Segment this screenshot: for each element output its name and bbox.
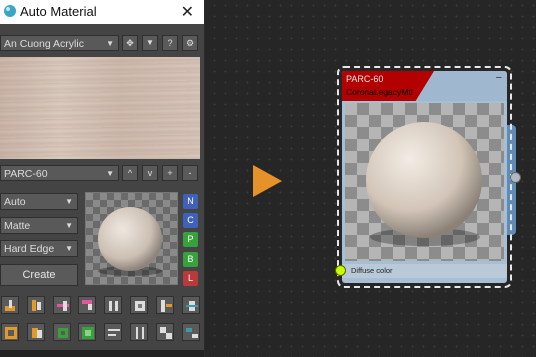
move-icon[interactable]: ✥ xyxy=(122,35,138,51)
material-node[interactable]: PARC-60 CoronaLegacyMtl − Diffuse color xyxy=(337,66,512,288)
align-top-right-icon-glyph xyxy=(88,304,93,310)
align-center-icon[interactable] xyxy=(181,296,200,314)
finish-dropdown[interactable]: Matte ▼ xyxy=(0,217,78,234)
columns-icon-glyph xyxy=(115,301,119,311)
output-socket[interactable] xyxy=(510,172,521,183)
node-input-row: Diffuse color xyxy=(342,264,507,278)
material-node-body: PARC-60 CoronaLegacyMtl − Diffuse color xyxy=(342,71,507,283)
align-left-icon-glyph xyxy=(36,302,41,310)
swap-icon-glyph xyxy=(185,328,192,332)
align-rows-icon-glyph xyxy=(108,329,121,331)
align-center-icon-glyph xyxy=(185,305,198,307)
finish-dropdown-value: Matte xyxy=(4,220,31,232)
mapping-dropdown-value: Auto xyxy=(4,196,26,208)
chevron-down-icon: ▼ xyxy=(106,39,114,48)
settings-icon[interactable]: ⚙ xyxy=(182,35,198,51)
columns-icon-glyph xyxy=(109,301,113,311)
minimize-icon[interactable]: − xyxy=(496,72,502,84)
align-left-icon-glyph xyxy=(31,300,36,311)
split-vertical-icon-glyph xyxy=(160,300,165,312)
link-icon-glyph xyxy=(165,333,172,339)
edge-dropdown[interactable]: Hard Edge ▼ xyxy=(0,240,78,257)
channel-c-button[interactable]: C xyxy=(183,213,198,228)
node-subtitle: CoronaLegacyMtl xyxy=(346,87,413,97)
help-icon[interactable]: ? xyxy=(162,35,178,51)
node-sphere-preview xyxy=(345,103,504,261)
diffuse-color-label: Diffuse color xyxy=(351,266,393,275)
window-titlebar: Auto Material ✕ xyxy=(0,0,204,24)
split-vertical-icon[interactable] xyxy=(155,296,174,314)
sphere-preview xyxy=(85,192,178,285)
align-bottom-icon[interactable] xyxy=(1,296,19,314)
library-dropdown-value: An Cuong Acrylic xyxy=(4,38,84,50)
library-dropdown[interactable]: An Cuong Acrylic ▼ xyxy=(0,35,119,51)
split-vertical-icon-glyph xyxy=(165,304,172,307)
group-icon-glyph xyxy=(60,331,65,335)
chevron-down-icon: ▼ xyxy=(106,169,114,178)
center-icon-glyph xyxy=(138,304,142,308)
channel-l-button[interactable]: L xyxy=(183,271,198,286)
add-button[interactable]: + xyxy=(162,165,178,181)
group-icon[interactable] xyxy=(52,323,71,341)
play-arrow-icon xyxy=(253,165,282,197)
favorite-icon[interactable]: ▼ xyxy=(142,35,158,51)
panel-bottom-strip xyxy=(0,350,204,357)
align-rows-icon-glyph xyxy=(108,334,117,336)
align-center-h-icon-glyph xyxy=(62,301,67,311)
chevron-down-icon: ▼ xyxy=(65,244,73,253)
channel-b-button[interactable]: B xyxy=(183,252,198,267)
node-title: PARC-60 xyxy=(346,74,384,84)
align-rows-icon[interactable] xyxy=(104,323,123,341)
chevron-down-icon: ▼ xyxy=(65,197,73,206)
swap-icon-glyph xyxy=(191,334,198,338)
distribute-icon[interactable] xyxy=(130,323,148,341)
diffuse-input-socket[interactable] xyxy=(335,265,346,276)
chevron-down-icon: ▼ xyxy=(65,221,73,230)
align-center-h-icon[interactable] xyxy=(52,296,71,314)
move-up-button[interactable]: ^ xyxy=(122,165,138,181)
window-title: Auto Material xyxy=(20,4,97,19)
close-icon[interactable]: ✕ xyxy=(181,2,194,22)
material-texture-preview xyxy=(0,57,200,159)
fill-icon[interactable] xyxy=(78,323,97,341)
node-sphere-image xyxy=(345,103,504,261)
distribute-icon-glyph xyxy=(142,327,144,339)
swap-icon[interactable] xyxy=(181,323,200,341)
layer-front-icon[interactable] xyxy=(26,323,45,341)
remove-button[interactable]: - xyxy=(182,165,198,181)
fill-icon-glyph xyxy=(85,330,92,336)
tool-row-1 xyxy=(0,296,204,316)
material-dropdown[interactable]: PARC-60 ▼ xyxy=(0,165,119,181)
edge-dropdown-value: Hard Edge xyxy=(4,243,55,255)
create-button[interactable]: Create xyxy=(0,264,78,286)
align-top-right-icon[interactable] xyxy=(78,296,97,314)
move-down-button[interactable]: v xyxy=(142,165,158,181)
select-region-icon-glyph xyxy=(8,330,14,336)
mapping-dropdown[interactable]: Auto ▼ xyxy=(0,193,78,210)
node-header: PARC-60 CoronaLegacyMtl − xyxy=(342,71,507,101)
align-bottom-icon-glyph xyxy=(9,300,12,308)
align-left-icon[interactable] xyxy=(26,296,45,314)
columns-icon[interactable] xyxy=(104,296,123,314)
tool-row-2 xyxy=(0,323,204,343)
channel-p-button[interactable]: P xyxy=(183,232,198,247)
distribute-icon-glyph xyxy=(136,327,138,339)
select-region-icon[interactable] xyxy=(1,323,19,341)
layer-front-icon-glyph xyxy=(36,330,42,338)
sphere-preview-image xyxy=(86,193,177,284)
material-dropdown-value: PARC-60 xyxy=(4,168,48,180)
link-icon[interactable] xyxy=(155,323,174,341)
app-sphere-icon xyxy=(4,5,16,17)
auto-material-panel: Auto Material ✕ An Cuong Acrylic ▼ ✥ ▼ ?… xyxy=(0,0,205,357)
channel-n-button[interactable]: N xyxy=(183,194,198,209)
center-icon[interactable] xyxy=(130,296,148,314)
